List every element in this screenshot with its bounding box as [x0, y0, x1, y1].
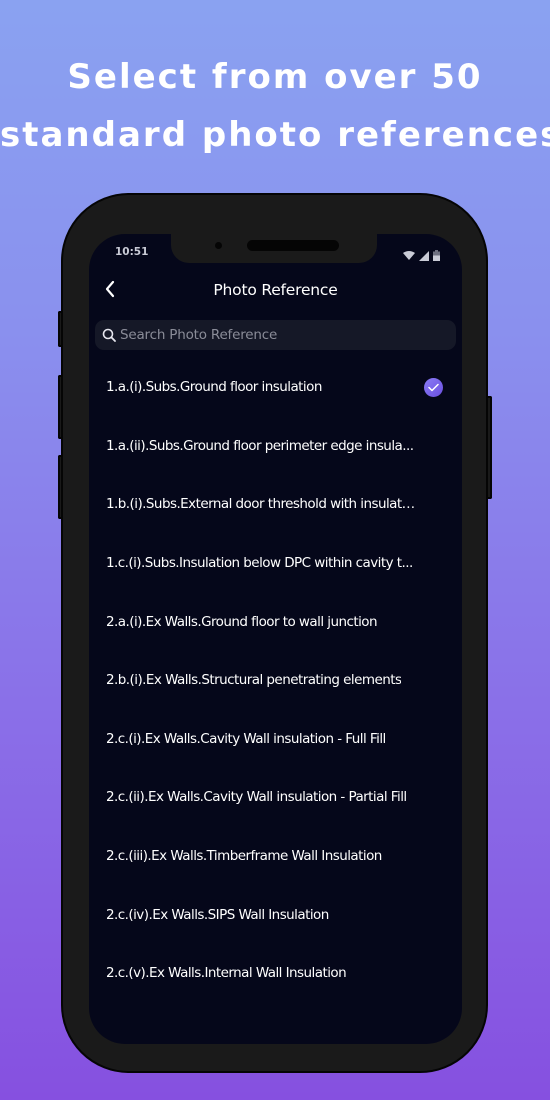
list-item-label: 2.c.(i).Ex Walls.Cavity Wall insulation … [106, 730, 386, 747]
speaker-grille [247, 240, 339, 251]
search-icon [102, 328, 116, 342]
nav-bar: Photo Reference [89, 274, 462, 308]
camera-icon [215, 242, 222, 249]
list-item[interactable]: 1.a.(ii).Subs.Ground floor perimeter edg… [89, 417, 462, 476]
list-item-label: 2.c.(iii).Ex Walls.Timberframe Wall Insu… [106, 848, 382, 865]
list-item[interactable]: 2.b.(i).Ex Walls.Structural penetrating … [89, 651, 462, 710]
list-item-label: 2.c.(ii).Ex Walls.Cavity Wall insulation… [106, 789, 407, 806]
battery-icon [433, 248, 440, 266]
list-item-label: 1.c.(i).Subs.Insulation below DPC within… [106, 555, 413, 572]
phone-screen: 10:51 Photo Reference 1.a.(i).Subs.Gr [89, 234, 462, 1044]
list-item-label: 1.b.(i).Subs.External door threshold wit… [106, 496, 416, 513]
list-item-label: 2.c.(v).Ex Walls.Internal Wall Insulatio… [106, 965, 347, 982]
page-title: Photo Reference [213, 281, 338, 299]
phone-notch [171, 234, 377, 263]
list-item[interactable]: 1.b.(i).Subs.External door threshold wit… [89, 475, 462, 534]
status-icons [403, 248, 440, 266]
promo-headline-line-1: Select from over 50 [67, 57, 483, 97]
list-item-label: 2.a.(i).Ex Walls.Ground floor to wall ju… [106, 613, 378, 630]
promo-headline: Select from over 50 standard photo refer… [0, 48, 550, 164]
list-item[interactable]: 1.c.(i).Subs.Insulation below DPC within… [89, 534, 462, 593]
list-item[interactable]: 1.a.(i).Subs.Ground floor insulation [89, 358, 462, 417]
list-item-label: 1.a.(ii).Subs.Ground floor perimeter edg… [106, 437, 414, 454]
list-item[interactable]: 2.c.(iii).Ex Walls.Timberframe Wall Insu… [89, 827, 462, 886]
checkmark-selected-icon [424, 378, 443, 397]
signal-icon [419, 248, 429, 266]
list-item-label: 2.c.(iv).Ex Walls.SIPS Wall Insulation [106, 906, 329, 923]
list-item[interactable]: 2.a.(i).Ex Walls.Ground floor to wall ju… [89, 592, 462, 651]
list-item-label: 1.a.(i).Subs.Ground floor insulation [106, 379, 322, 396]
list-item[interactable]: 2.c.(i).Ex Walls.Cavity Wall insulation … [89, 710, 462, 769]
list-item[interactable]: 2.c.(v).Ex Walls.Internal Wall Insulatio… [89, 944, 462, 1003]
status-time: 10:51 [115, 246, 149, 258]
promo-headline-line-2: standard photo references [0, 115, 550, 155]
search-input[interactable] [120, 327, 456, 343]
wifi-icon [403, 248, 415, 266]
search-bar[interactable] [95, 320, 456, 350]
photo-reference-list: 1.a.(i).Subs.Ground floor insulation 1.a… [89, 358, 462, 1003]
list-item-label: 2.b.(i).Ex Walls.Structural penetrating … [106, 672, 402, 689]
list-item[interactable]: 2.c.(iv).Ex Walls.SIPS Wall Insulation [89, 885, 462, 944]
list-item[interactable]: 2.c.(ii).Ex Walls.Cavity Wall insulation… [89, 768, 462, 827]
